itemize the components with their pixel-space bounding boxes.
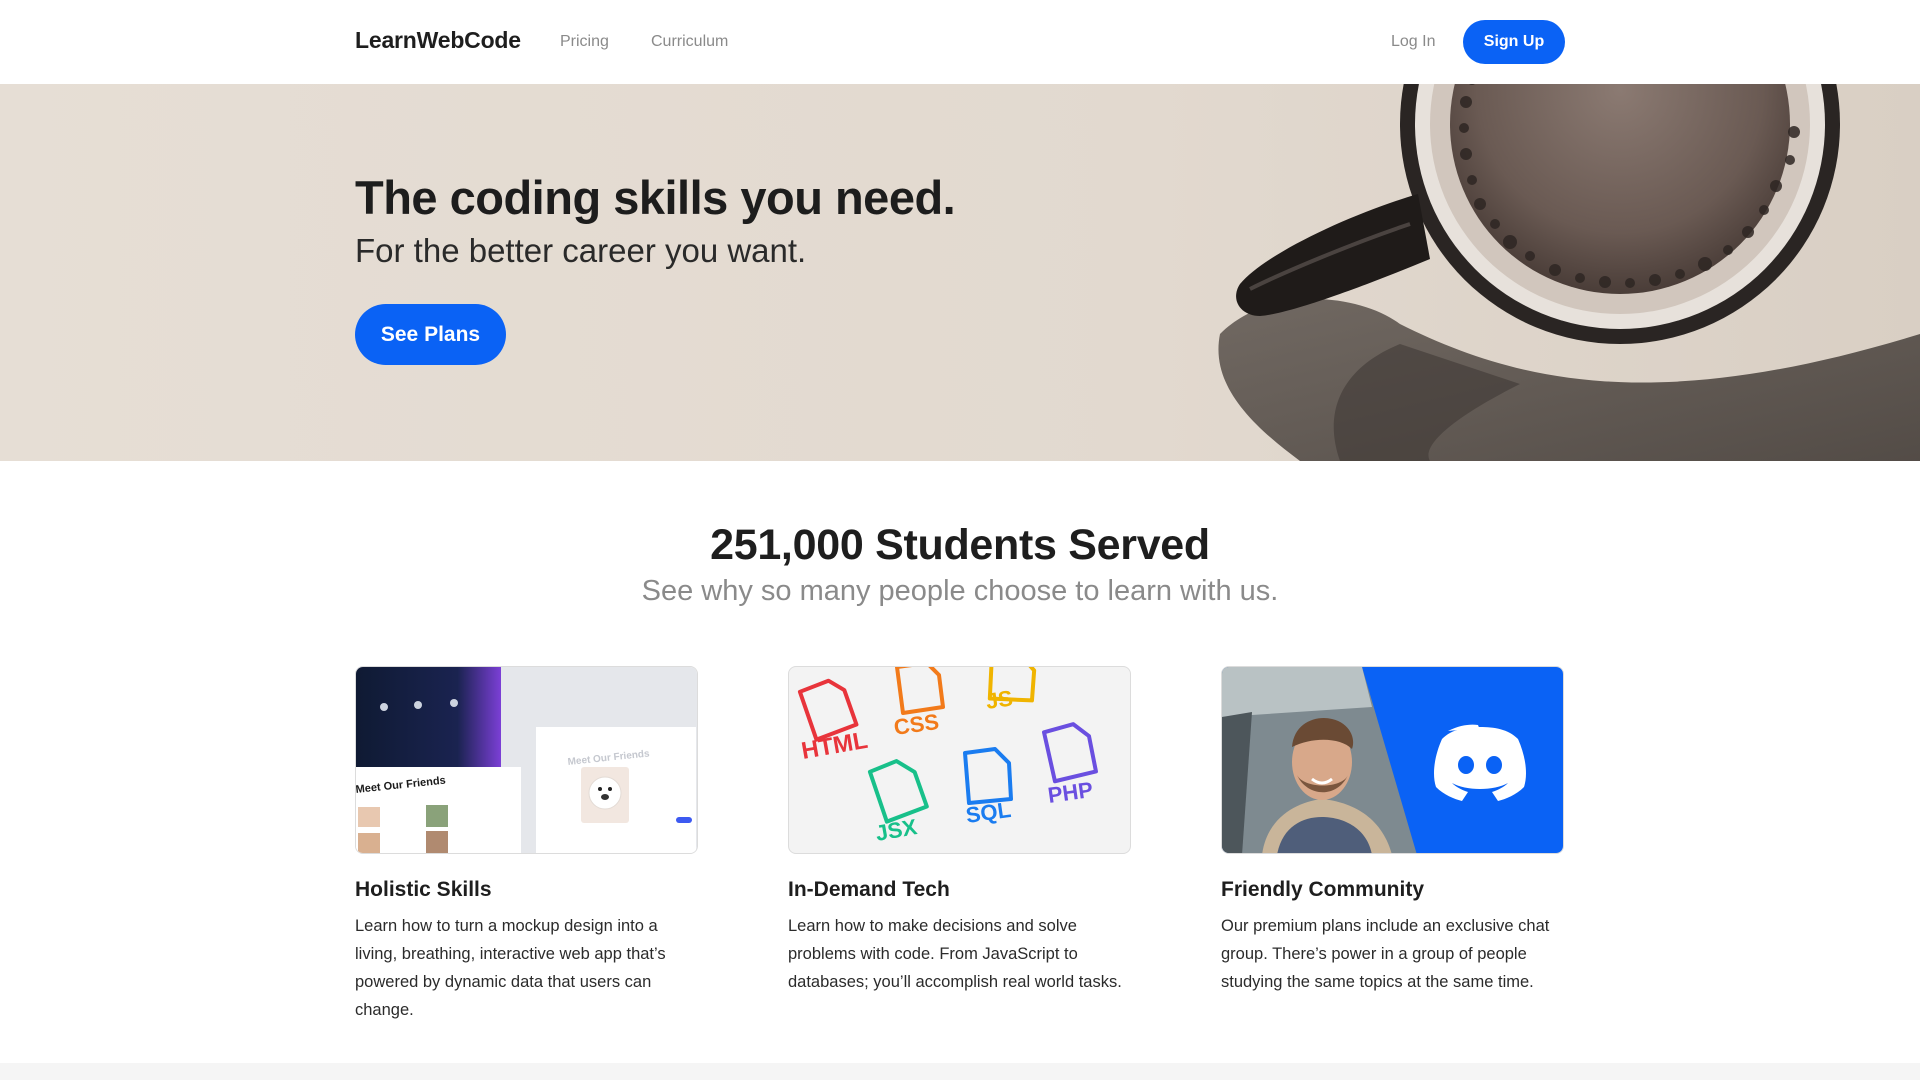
tech-file-icons-graphic: HTML CSS JS JSX SQL PHP xyxy=(797,667,1098,846)
feature-text: Our premium plans include an exclusive c… xyxy=(1221,917,1550,991)
css-label: CSS xyxy=(892,709,940,740)
navbar: LearnWebCode Pricing Curriculum Log In S… xyxy=(0,0,1920,84)
community-photo-discord xyxy=(1221,666,1564,854)
hero-title: The coding skills you need. xyxy=(355,171,956,224)
hero-section: The coding skills you need. For the bett… xyxy=(0,84,1920,461)
hero-subtitle: For the better career you want. xyxy=(355,232,807,269)
feature-card-in-demand-tech: HTML CSS JS JSX SQL PHP In-Demand Tech L… xyxy=(788,666,1131,996)
page: LearnWebCode Pricing Curriculum Log In S… xyxy=(0,0,1920,1080)
feature-title: Holistic Skills xyxy=(355,878,492,901)
stats-subtitle: See why so many people choose to learn w… xyxy=(641,575,1279,607)
see-plans-button[interactable]: See Plans xyxy=(355,304,506,365)
sql-label: SQL xyxy=(964,797,1012,828)
mockup-screenshot-graphic: Meet Our Friends Meet Our Friends xyxy=(356,667,697,853)
nav-link-curriculum[interactable]: Curriculum xyxy=(651,33,728,51)
feature-card-friendly-community: Friendly Community Our premium plans inc… xyxy=(1221,666,1564,996)
jsx-label: JSX xyxy=(874,814,920,846)
tech-file-icons: HTML CSS JS JSX SQL PHP xyxy=(788,666,1131,854)
nav-link-pricing[interactable]: Pricing xyxy=(560,33,609,51)
next-section-edge xyxy=(0,1063,1920,1080)
stats-title: 251,000 Students Served xyxy=(710,521,1210,569)
feature-text: Learn how to turn a mockup design into a… xyxy=(355,917,666,1019)
mockup-screenshot: Meet Our Friends Meet Our Friends xyxy=(355,666,698,854)
coffee-mug-photo xyxy=(1218,84,1920,461)
feature-card-holistic-skills: Meet Our Friends Meet Our Friends Holist… xyxy=(355,666,698,1024)
js-label: JS xyxy=(984,685,1014,714)
feature-text: Learn how to make decisions and solve pr… xyxy=(788,917,1122,991)
community-photo-graphic xyxy=(1222,667,1563,853)
php-label: PHP xyxy=(1046,777,1094,808)
feature-title: Friendly Community xyxy=(1221,878,1425,901)
html-label: HTML xyxy=(799,727,869,765)
feature-title: In-Demand Tech xyxy=(788,878,950,901)
signup-button[interactable]: Sign Up xyxy=(1463,20,1565,64)
login-link[interactable]: Log In xyxy=(1391,33,1435,51)
brand-logo[interactable]: LearnWebCode xyxy=(355,27,521,54)
